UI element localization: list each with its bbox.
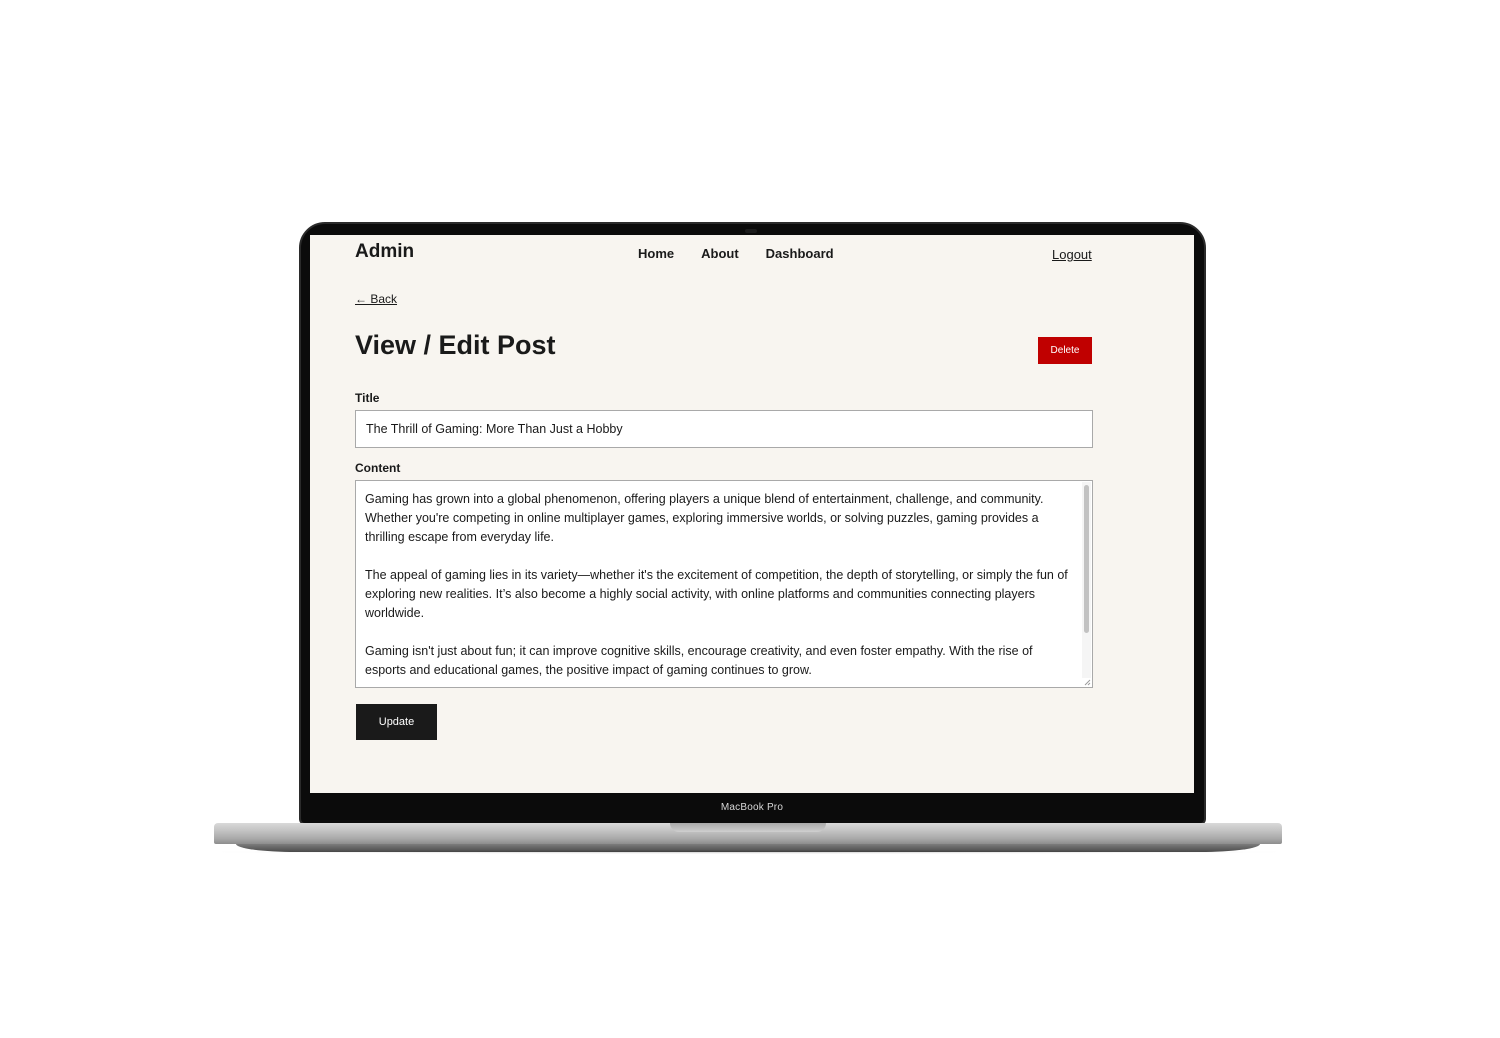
- content-paragraph: The appeal of gaming lies in its variety…: [365, 568, 1068, 620]
- nav-dashboard-link[interactable]: Dashboard: [766, 246, 834, 261]
- lid-opening-notch: [670, 823, 826, 832]
- textarea-scrollbar-thumb[interactable]: [1084, 485, 1089, 633]
- bezel-label: MacBook Pro: [720, 802, 784, 813]
- content-textarea[interactable]: Gaming has grown into a global phenomeno…: [355, 480, 1093, 688]
- content-paragraph: Gaming isn't just about fun; it can impr…: [365, 644, 1033, 677]
- update-button[interactable]: Update: [356, 704, 437, 740]
- laptop-shadow: [204, 850, 1294, 854]
- camera-notch: [745, 229, 757, 233]
- main-nav: Home About Dashboard: [638, 246, 834, 261]
- content-field-label: Content: [355, 461, 401, 475]
- delete-button[interactable]: Delete: [1038, 337, 1092, 364]
- back-link[interactable]: ← Back: [355, 292, 397, 306]
- brand-logo[interactable]: Admin: [355, 241, 414, 263]
- content-text: Gaming has grown into a global phenomeno…: [365, 490, 1075, 687]
- content-paragraph: Gaming has grown into a global phenomeno…: [365, 492, 1044, 544]
- app-header: Admin Home About Dashboard Logout: [310, 235, 1194, 275]
- logout-link[interactable]: Logout: [1052, 247, 1092, 262]
- title-input[interactable]: [355, 410, 1093, 448]
- page-title: View / Edit Post: [355, 330, 556, 360]
- laptop-screen: Admin Home About Dashboard Logout ← Back…: [310, 235, 1194, 793]
- nav-about-link[interactable]: About: [701, 246, 739, 261]
- title-field-label: Title: [355, 391, 380, 405]
- nav-home-link[interactable]: Home: [638, 246, 674, 261]
- resize-grip-icon[interactable]: [1083, 678, 1091, 686]
